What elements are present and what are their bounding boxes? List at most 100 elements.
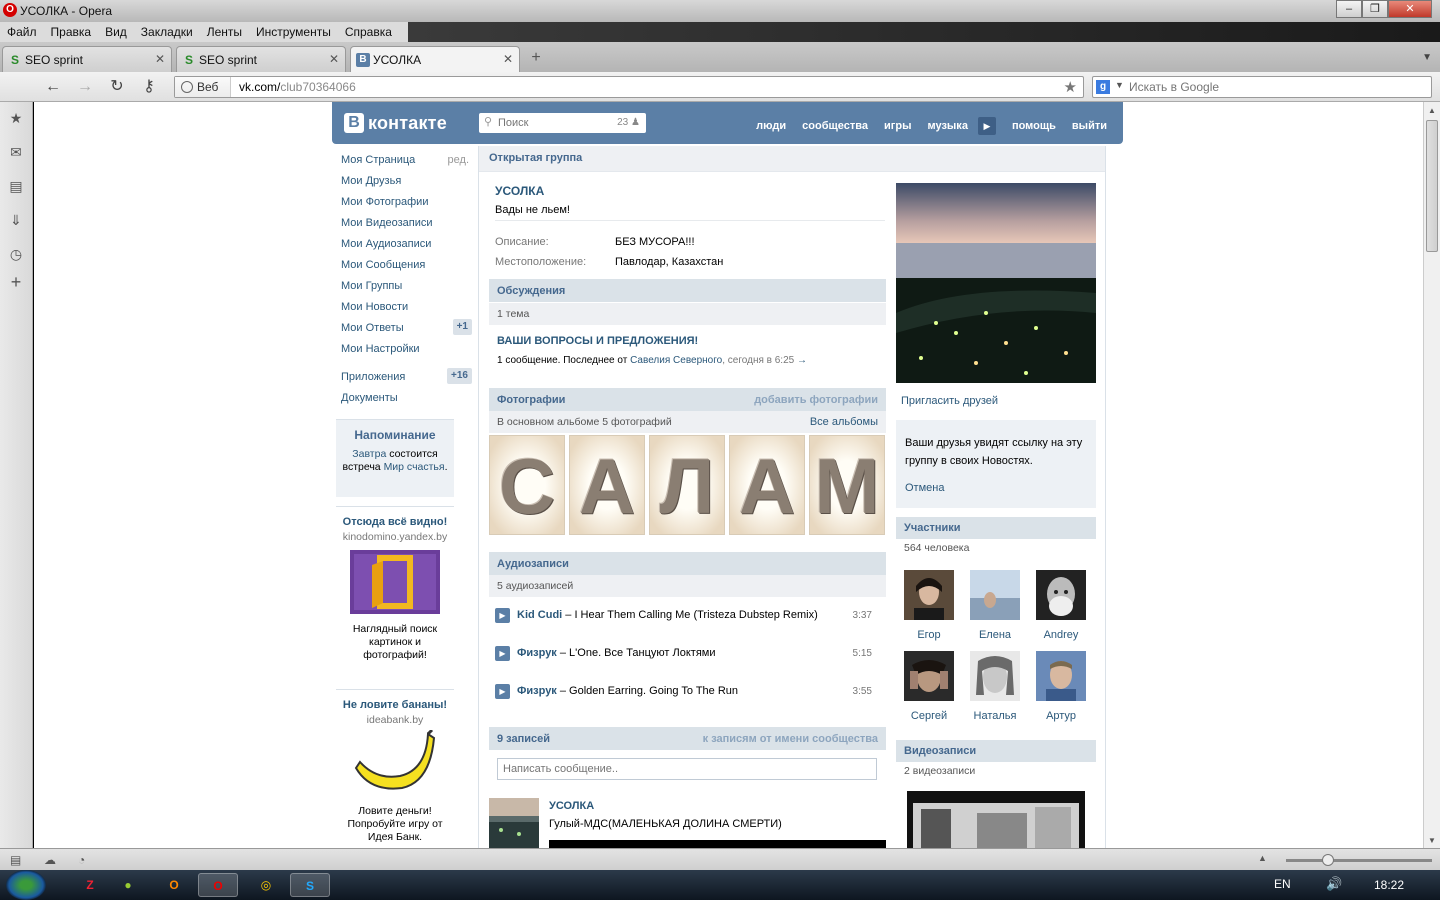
tab-seo-sprint-2[interactable]: S SEO sprint ✕ bbox=[176, 46, 346, 72]
taskbar-skype-icon[interactable]: S bbox=[290, 873, 330, 897]
post-video-thumbnail[interactable] bbox=[549, 840, 886, 848]
taskbar-filezilla-icon[interactable]: Z bbox=[70, 873, 110, 897]
history-clock-icon[interactable]: ◷ bbox=[8, 246, 24, 262]
google-icon[interactable]: g bbox=[1096, 80, 1110, 94]
left-menu-friends[interactable]: Мои Друзья bbox=[341, 173, 473, 194]
add-panel-plus-icon[interactable]: + bbox=[8, 273, 24, 291]
menu-feeds[interactable]: Ленты bbox=[200, 25, 249, 39]
photo-thumb[interactable]: А bbox=[729, 435, 805, 535]
ad-title[interactable]: Отсюда всё видно! bbox=[336, 516, 454, 529]
back-arrow-icon[interactable]: ← bbox=[42, 77, 64, 97]
arrow-right-icon[interactable]: → bbox=[797, 355, 807, 366]
zoom-slider-knob[interactable] bbox=[1322, 854, 1334, 866]
close-button[interactable]: ✕ bbox=[1388, 0, 1432, 18]
chevron-down-icon[interactable]: ▼ bbox=[1115, 80, 1124, 90]
tab-close-icon[interactable]: ✕ bbox=[329, 52, 339, 66]
forward-arrow-icon[interactable]: → bbox=[74, 77, 96, 97]
photo-thumb[interactable]: М bbox=[809, 435, 885, 535]
nav-games[interactable]: игры bbox=[884, 120, 911, 132]
member-name[interactable]: Артур bbox=[1032, 710, 1090, 722]
all-albums-link[interactable]: Все альбомы bbox=[810, 416, 878, 428]
track-artist[interactable]: Физрук bbox=[517, 647, 557, 659]
member-name[interactable]: Сергей bbox=[900, 710, 958, 722]
audio-track[interactable]: ▶ Физрук – L'One. Все Танцуют Локтями 5:… bbox=[495, 644, 878, 664]
left-menu-videos[interactable]: Мои Видеозаписи bbox=[341, 215, 473, 236]
post-author-avatar[interactable] bbox=[489, 798, 539, 848]
scrollbar-thumb[interactable] bbox=[1426, 120, 1438, 252]
member-card[interactable]: Артур bbox=[1032, 651, 1090, 722]
menu-help[interactable]: Справка bbox=[338, 25, 399, 39]
left-menu-my-page[interactable]: Моя Страница ред. bbox=[341, 152, 473, 173]
audio-header[interactable]: Аудиозаписи bbox=[489, 552, 886, 575]
video-thumbnail[interactable] bbox=[907, 791, 1085, 848]
system-clock[interactable]: 18:22 bbox=[1374, 878, 1404, 892]
keyboard-language[interactable]: EN bbox=[1274, 877, 1291, 891]
ad-ideabank[interactable]: Не ловите бананы! ideabank.by Ловите ден… bbox=[336, 699, 454, 844]
track-artist[interactable]: Kid Cudi bbox=[517, 609, 562, 621]
post-as-community-link[interactable]: к записям от имени сообщества bbox=[703, 733, 878, 745]
reminder-tomorrow-link[interactable]: Завтра bbox=[352, 448, 386, 460]
member-avatar[interactable] bbox=[904, 651, 954, 701]
google-search-input[interactable] bbox=[1129, 79, 1419, 95]
left-menu-news[interactable]: Мои Новости bbox=[341, 299, 473, 320]
group-cover-photo[interactable] bbox=[896, 183, 1096, 383]
member-name[interactable]: Наталья bbox=[966, 710, 1024, 722]
vk-search-box[interactable]: ⚲ 23 ♟ bbox=[479, 113, 646, 133]
tab-seo-sprint-1[interactable]: S SEO sprint ✕ bbox=[2, 46, 172, 72]
vk-logo[interactable]: B контакте bbox=[344, 111, 447, 135]
maximize-button[interactable]: ❐ bbox=[1362, 0, 1388, 18]
topic-link[interactable]: ВАШИ ВОПРОСЫ И ПРЕДЛОЖЕНИЯ! bbox=[497, 335, 698, 347]
music-play-icon[interactable]: ▶ bbox=[977, 117, 996, 135]
member-card[interactable]: Наталья bbox=[966, 651, 1024, 722]
tab-close-icon[interactable]: ✕ bbox=[155, 52, 165, 66]
menu-edit[interactable]: Правка bbox=[44, 25, 99, 39]
play-icon[interactable]: ▶ bbox=[495, 684, 510, 699]
audio-track[interactable]: ▶ Физрук – Golden Earring. Going To The … bbox=[495, 682, 878, 702]
photo-thumb[interactable]: Л bbox=[649, 435, 725, 535]
nav-music[interactable]: музыка bbox=[927, 120, 967, 132]
wall-header[interactable]: 9 записей к записям от имени сообщества bbox=[489, 727, 886, 750]
taskbar-utorrent-icon[interactable]: ● bbox=[108, 873, 148, 897]
photo-thumb[interactable]: С bbox=[489, 435, 565, 535]
url-text[interactable]: vk.com/club70364066 bbox=[239, 80, 356, 94]
cancel-link[interactable]: Отмена bbox=[905, 482, 944, 494]
taskbar-opera-icon[interactable]: O bbox=[198, 873, 238, 897]
wall-post-input[interactable] bbox=[497, 758, 877, 780]
scroll-up-icon[interactable]: ▲ bbox=[1428, 106, 1436, 115]
menu-tools[interactable]: Инструменты bbox=[249, 25, 338, 39]
audio-track[interactable]: ▶ Kid Cudi – I Hear Them Calling Me (Tri… bbox=[495, 606, 878, 626]
left-menu-answers[interactable]: Мои Ответы +1 bbox=[341, 319, 473, 341]
volume-icon[interactable]: 🔊 bbox=[1326, 876, 1342, 892]
track-artist[interactable]: Физрук bbox=[517, 685, 557, 697]
new-tab-plus-icon[interactable]: + bbox=[526, 50, 546, 68]
bookmark-star-icon[interactable]: ★ bbox=[1064, 78, 1077, 96]
topic-author-link[interactable]: Савелия Северного bbox=[630, 355, 722, 366]
member-card[interactable]: Елена bbox=[966, 570, 1024, 641]
web-mode-badge[interactable]: Веб bbox=[175, 77, 231, 97]
left-menu-apps[interactable]: Приложения +16 bbox=[341, 368, 473, 390]
tab-usolka[interactable]: B УСОЛКА ✕ bbox=[350, 46, 520, 72]
left-menu-settings[interactable]: Мои Настройки bbox=[341, 341, 473, 362]
downloads-icon[interactable]: ⇓ bbox=[8, 212, 24, 228]
ad-kinodomino[interactable]: Отсюда всё видно! kinodomino.yandex.by Н… bbox=[336, 516, 454, 662]
key-icon[interactable]: ⚷ bbox=[138, 77, 160, 97]
mail-icon[interactable]: ✉ bbox=[8, 144, 24, 160]
tab-close-icon[interactable]: ✕ bbox=[503, 52, 513, 66]
left-menu-audio[interactable]: Мои Аудиозаписи bbox=[341, 236, 473, 257]
invite-friends-link[interactable]: Пригласить друзей bbox=[901, 395, 998, 407]
member-name[interactable]: Елена bbox=[966, 629, 1024, 641]
left-menu-documents[interactable]: Документы bbox=[341, 390, 473, 411]
windows-start-button[interactable] bbox=[6, 870, 46, 900]
ad-door-image[interactable] bbox=[350, 550, 440, 614]
play-icon[interactable]: ▶ bbox=[495, 608, 510, 623]
member-card[interactable]: Andrey bbox=[1032, 570, 1090, 641]
turbo-icon[interactable]: ◔ bbox=[78, 853, 85, 867]
play-icon[interactable]: ▶ bbox=[495, 646, 510, 661]
member-avatar[interactable] bbox=[970, 570, 1020, 620]
nav-help[interactable]: помощь bbox=[1012, 120, 1056, 132]
zoom-slider[interactable] bbox=[1286, 854, 1432, 866]
left-menu-groups[interactable]: Мои Группы bbox=[341, 278, 473, 299]
member-avatar[interactable] bbox=[970, 651, 1020, 701]
left-menu-photos[interactable]: Мои Фотографии bbox=[341, 194, 473, 215]
left-menu-messages[interactable]: Мои Сообщения bbox=[341, 257, 473, 278]
